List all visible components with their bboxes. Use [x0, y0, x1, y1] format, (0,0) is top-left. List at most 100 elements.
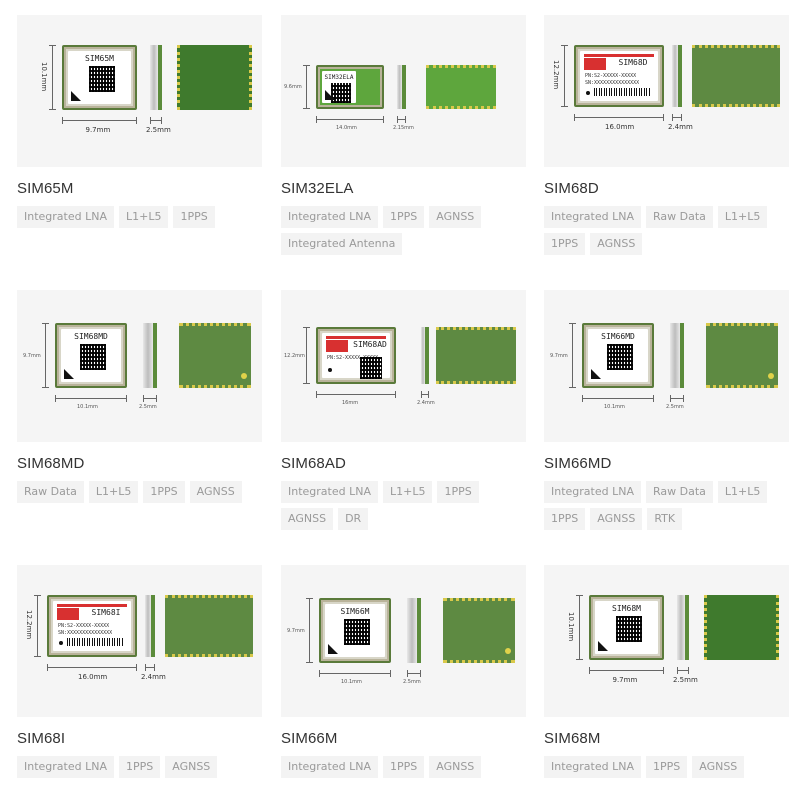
thickness-dimension-line	[672, 114, 682, 121]
product-card[interactable]: 9.6mm SIM32ELA 14.0mm 2.15mm SIM32ELA Integra…	[281, 15, 526, 255]
height-dimension-label: 9.6mm	[284, 84, 302, 90]
red-accent-bar	[57, 604, 127, 607]
chip-model-label: SIM65M	[85, 54, 114, 63]
chip-label-area: SIM32ELA	[322, 71, 356, 103]
red-accent-bar	[584, 54, 654, 57]
pin1-corner-marker	[328, 644, 338, 654]
product-title[interactable]: SIM68MD	[17, 454, 262, 474]
width-dimension-label: 16mm	[342, 400, 359, 406]
chip-front-view: SIM68AD PN:S2-XXXXX-XXXXX	[316, 327, 396, 384]
feature-tag: AGNSS	[590, 508, 643, 530]
height-dimension-label: 10.1mm	[40, 61, 48, 91]
serial-number-text: SN:XXXXXXXXXXXXXXX	[58, 630, 113, 636]
height-dimension-label: 10.1mm	[567, 611, 575, 641]
feature-tag: L1+L5	[717, 481, 768, 503]
product-card[interactable]: 12.2mm SIM68AD PN:S2-XXXXX-XXXXX 16mm 2.4mm S…	[281, 290, 526, 530]
qr-code	[344, 619, 370, 645]
feature-tag: AGNSS	[165, 756, 218, 778]
thickness-dimension-line	[421, 391, 429, 398]
feature-tag: AGNSS	[189, 481, 242, 503]
chip-label-area: SIM68D PN:S2-XXXXX-XXXXX SN:XXXXXXXXXXXXXX…	[580, 51, 658, 101]
width-dimension-label: 16.0mm	[605, 123, 635, 131]
feature-tag: Integrated LNA	[281, 481, 378, 503]
product-title[interactable]: SIM66M	[281, 729, 526, 749]
thickness-dimension-line	[397, 116, 406, 123]
height-dimension-label: 9.7mm	[550, 352, 568, 359]
qr-code	[88, 66, 115, 92]
product-card[interactable]: 9.7mm SIM66M 10.1mm 2.5mm SIM66M Integrated L…	[281, 565, 526, 778]
product-title[interactable]: SIM68D	[544, 179, 789, 199]
height-dimension-label: 12.2mm	[284, 352, 305, 359]
feature-tag: Integrated LNA	[544, 206, 641, 228]
product-image[interactable]: 12.2mm SIM68AD PN:S2-XXXXX-XXXXX 16mm 2.4mm	[281, 290, 526, 442]
pin1-corner-marker	[591, 369, 601, 379]
product-title[interactable]: SIM66MD	[544, 454, 789, 474]
thickness-dimension-label: 2.5mm	[146, 126, 171, 134]
feature-tag: Integrated LNA	[17, 206, 114, 228]
thickness-dimension-label: 2.5mm	[666, 404, 684, 410]
chip-label-area: SIM66M	[325, 604, 385, 657]
feature-tag: Integrated LNA	[17, 756, 114, 778]
product-title[interactable]: SIM68AD	[281, 454, 526, 474]
feature-tag: AGNSS	[429, 206, 482, 228]
product-card[interactable]: 12.2mm SIM68D PN:S2-XXXXX-XXXXX SN:XXXXXXXX…	[544, 15, 789, 255]
pin1-corner-marker	[71, 91, 81, 101]
feature-tag: Integrated LNA	[281, 756, 378, 778]
chip-side-view	[677, 595, 689, 660]
feature-tags: Raw Data L1+L5 1PPS AGNSS	[17, 481, 262, 503]
feature-tag: AGNSS	[429, 756, 482, 778]
feature-tags: Integrated LNA Raw Data L1+L5 1PPS AGNSS RTK	[544, 481, 789, 530]
chip-back-view	[426, 65, 496, 109]
chip-label-area: SIM68MD	[61, 329, 121, 382]
product-card[interactable]: 10.1mm SIM65M 9.7mm 2.5mm SIM65M Integrated L…	[17, 15, 262, 228]
chip-side-view	[145, 595, 155, 657]
height-dimension-line	[49, 45, 56, 110]
width-dimension-line	[582, 395, 654, 402]
chip-model-label: SIM32ELA	[324, 74, 354, 81]
product-image[interactable]: 12.2mm SIM68I PN:S2-XXXXX-XXXXX SN:XXXXXXXX…	[17, 565, 262, 717]
simcom-logo-icon	[584, 58, 606, 70]
feature-tag: 1PPS	[143, 481, 185, 503]
product-image[interactable]: 9.7mm SIM68MD 10.1mm 2.5mm	[17, 290, 262, 442]
chip-model-label: SIM68D	[618, 58, 648, 67]
chip-side-view	[672, 45, 682, 107]
product-title[interactable]: SIM32ELA	[281, 179, 526, 199]
product-image[interactable]: 12.2mm SIM68D PN:S2-XXXXX-XXXXX SN:XXXXXXXX…	[544, 15, 789, 167]
thickness-dimension-line	[677, 667, 689, 674]
height-dimension-label: 9.7mm	[23, 352, 41, 359]
product-card[interactable]: 9.7mm SIM66MD 10.1mm 2.5mm SIM66MD Integrated…	[544, 290, 789, 530]
product-image[interactable]: 10.1mm SIM65M 9.7mm 2.5mm	[17, 15, 262, 167]
chip-front-view: SIM66M	[319, 598, 391, 663]
thickness-dimension-line	[145, 664, 155, 671]
product-card[interactable]: 10.1mm SIM68M 9.7mm 2.5mm SIM68M Integrated L…	[544, 565, 789, 778]
width-dimension-label: 10.1mm	[341, 679, 362, 685]
product-title[interactable]: SIM68M	[544, 729, 789, 749]
thickness-dimension-label: 2.5mm	[673, 676, 698, 684]
product-title[interactable]: SIM68I	[17, 729, 262, 749]
height-dimension-line	[569, 323, 576, 388]
product-title[interactable]: SIM65M	[17, 179, 262, 199]
feature-tag: Integrated LNA	[281, 206, 378, 228]
width-dimension-line	[55, 395, 127, 402]
chip-back-view	[165, 595, 253, 657]
qr-code	[360, 357, 382, 379]
chip-front-view: SIM68M	[589, 595, 664, 660]
product-image[interactable]: 10.1mm SIM68M 9.7mm 2.5mm	[544, 565, 789, 717]
feature-tag: 1PPS	[173, 206, 215, 228]
product-image[interactable]: 9.7mm SIM66MD 10.1mm 2.5mm	[544, 290, 789, 442]
product-image[interactable]: 9.6mm SIM32ELA 14.0mm 2.15mm	[281, 15, 526, 167]
chip-label-area: SIM68I PN:S2-XXXXX-XXXXX SN:XXXXXXXXXXXXXX…	[53, 601, 131, 651]
part-number-text: PN:S2-XXXXX-XXXXX	[58, 623, 110, 629]
product-card[interactable]: 9.7mm SIM68MD 10.1mm 2.5mm SIM68MD Raw Data L1…	[17, 290, 262, 503]
pin1-pad-marker	[505, 648, 511, 654]
width-dimension-label: 14.0mm	[336, 125, 357, 131]
product-image[interactable]: 9.7mm SIM66M 10.1mm 2.5mm	[281, 565, 526, 717]
height-dimension-line	[303, 327, 310, 384]
chip-front-view: SIM68I PN:S2-XXXXX-XXXXX SN:XXXXXXXXXXXXXX…	[47, 595, 137, 657]
product-card[interactable]: 12.2mm SIM68I PN:S2-XXXXX-XXXXX SN:XXXXXXXX…	[17, 565, 262, 778]
feature-tag: 1PPS	[382, 756, 425, 778]
pin1-corner-marker	[325, 90, 335, 100]
chip-side-view	[143, 323, 157, 388]
thickness-dimension-label: 2.4mm	[417, 400, 435, 406]
feature-tags: Integrated LNA L1+L5 1PPS	[17, 206, 262, 228]
